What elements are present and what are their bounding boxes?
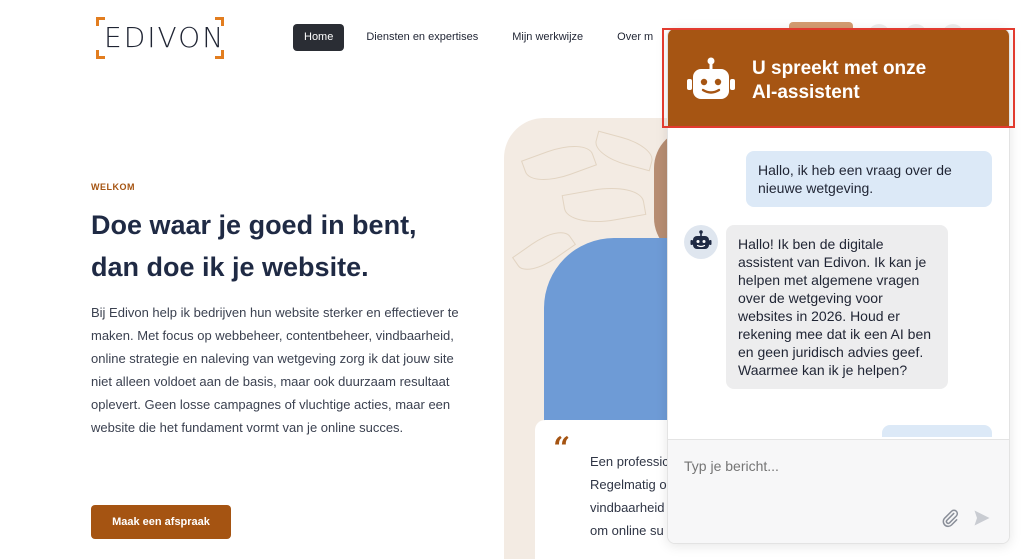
nav-item-home[interactable]: Home xyxy=(293,24,345,51)
robot-icon xyxy=(690,230,712,249)
user-message-partial xyxy=(882,425,992,437)
testimonial-line: om online su xyxy=(590,523,664,538)
chat-header-highlight xyxy=(662,28,1015,128)
nav-item-werkwijze[interactable]: Mijn werkwijze xyxy=(501,24,594,51)
leaf-decoration xyxy=(520,136,598,190)
send-arrow-icon[interactable] xyxy=(972,508,992,528)
chat-composer xyxy=(668,439,1009,543)
hero-title-line2: dan doe ik je website. xyxy=(91,252,369,282)
testimonial-line: Een professic xyxy=(590,454,669,469)
leaf-decoration xyxy=(561,181,647,229)
edivon-logo[interactable]: EDIVON xyxy=(96,17,224,59)
user-message: Hallo, ik heb een vraag over de nieuwe w… xyxy=(746,151,992,207)
hero-title: Doe waar je goed in bent, dan doe ik je … xyxy=(91,204,491,288)
chat-messages[interactable]: Hallo, ik heb een vraag over de nieuwe w… xyxy=(668,127,1009,437)
leaf-decoration xyxy=(591,130,657,172)
testimonial-line: vindbaarheid xyxy=(590,500,665,515)
logo-text: EDIVON xyxy=(104,21,226,54)
bot-avatar xyxy=(684,225,718,259)
nav-item-over-mij[interactable]: Over m xyxy=(606,24,664,51)
make-appointment-button[interactable]: Maak een afspraak xyxy=(91,505,231,539)
hero-body: Bij Edivon help ik bedrijven hun website… xyxy=(91,305,459,435)
chat-message-input[interactable] xyxy=(684,458,984,474)
hero-kicker: WELKOM xyxy=(91,182,135,192)
nav-item-diensten[interactable]: Diensten en expertises xyxy=(355,24,489,51)
testimonial-line: Regelmatig o xyxy=(590,477,667,492)
bot-message: Hallo! Ik ben de digitale assistent van … xyxy=(726,225,948,389)
hero-title-line1: Doe waar je goed in bent, xyxy=(91,210,417,240)
main-nav: Home Diensten en expertises Mijn werkwij… xyxy=(293,24,676,51)
quote-icon: “ xyxy=(553,431,571,466)
paperclip-icon[interactable] xyxy=(940,508,960,528)
